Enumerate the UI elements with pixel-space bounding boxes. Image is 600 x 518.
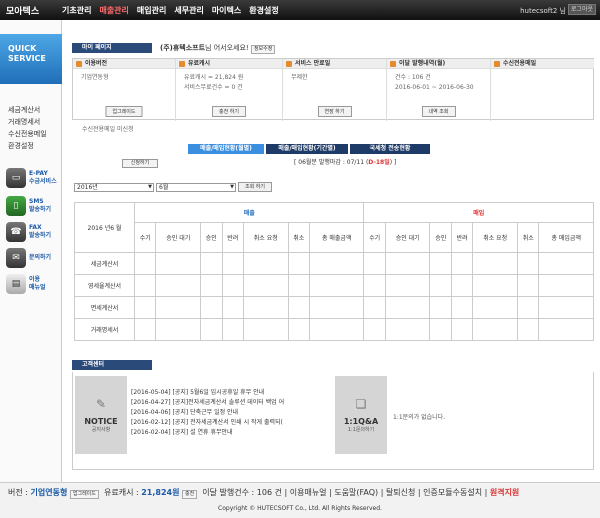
footer-link-manual[interactable]: 이용매뉴얼 bbox=[290, 488, 327, 497]
upgrade-button[interactable]: 업그레이드 bbox=[105, 106, 143, 117]
manual-button[interactable]: ▤ 이용 매뉴얼 bbox=[6, 272, 58, 296]
lock-icon bbox=[286, 61, 292, 67]
quick-service-banner: QUICK SERVICE bbox=[0, 34, 62, 84]
cs-panel: ✎ NOTICE 공지사항 [2016-05-04] [공지] 5월6일 임시공… bbox=[72, 372, 594, 470]
extend-button[interactable]: 연장 하기 bbox=[317, 106, 352, 117]
sidebar: QUICK SERVICE 세금계산서 거래명세서 수신전용메일 환경설정 ▭ … bbox=[0, 20, 62, 482]
table-row: 거래명세서 bbox=[74, 318, 594, 341]
sidebar-menu: 세금계산서 거래명세서 수신전용메일 환경설정 bbox=[8, 104, 47, 152]
query-button[interactable]: 조회 하기 bbox=[238, 182, 272, 192]
mail-icon bbox=[494, 61, 500, 67]
calendar-icon bbox=[390, 61, 396, 67]
qa-status: 1:1문의가 없습니다. bbox=[393, 414, 446, 421]
charge-button[interactable]: 충전 하기 bbox=[212, 106, 246, 117]
fax-button[interactable]: ☎ FAX 발송하기 bbox=[6, 220, 58, 244]
tab-period[interactable]: 매출/매입현황(기간별) bbox=[266, 144, 348, 154]
table-row: 영세율계산서 bbox=[74, 274, 594, 297]
footer-charge-button[interactable]: 충전 bbox=[182, 490, 198, 499]
version-card: 이용버전 기업연동형 업그레이드 bbox=[73, 59, 176, 121]
qa-box[interactable]: ❏ 1:1Q&A 1:1문의하기 bbox=[335, 376, 387, 454]
notice-list: [2016-05-04] [공지] 5월6일 임시공휴일 휴무 안내 [2016… bbox=[131, 388, 341, 438]
period-filter: 2016년 ▼ 6월 ▼ 조회 하기 bbox=[74, 182, 272, 192]
phone-icon: ▯ bbox=[6, 196, 26, 216]
cs-title: 고객센터 bbox=[72, 360, 152, 370]
edit-info-button[interactable]: 정보수정 bbox=[250, 45, 276, 54]
nav-mytax[interactable]: 마이텍스 bbox=[212, 5, 241, 16]
deadline-notice: [ 06월분 발행마감 : 07/11 (D-18일) ] bbox=[294, 159, 397, 166]
table-row: 세금계산서 bbox=[74, 252, 594, 275]
copyright: Copyright © HUTECSOFT Co., Ltd. All Righ… bbox=[218, 505, 382, 512]
footer-upgrade-button[interactable]: 업그레이드 bbox=[69, 490, 99, 499]
email-status: 수신전용메일 미신청 bbox=[82, 126, 134, 133]
nav-sales[interactable]: 매출관리 bbox=[99, 5, 128, 16]
fax-icon: ☎ bbox=[6, 222, 26, 242]
chevron-down-icon: ▼ bbox=[230, 183, 234, 190]
monthly-card: 이달 발행내역(월) 건수 : 106 건 2016-06-01 ~ 2016-0… bbox=[387, 59, 491, 121]
user-name: hutecsoft2 님 bbox=[520, 7, 566, 15]
month-select[interactable]: 6월 ▼ bbox=[156, 182, 236, 192]
footer-status: 버전 : 기업연동형 업그레이드 유료캐시 : 21,824원 충전 이달 발행… bbox=[8, 488, 520, 499]
question-icon: ❏ bbox=[355, 397, 367, 411]
cash-icon bbox=[179, 61, 185, 67]
sales-header: 매출 bbox=[133, 202, 365, 223]
mypage-panel: 이용버전 기업연동형 업그레이드 유료캐시 유료캐시 = 21,824 원 서비스… bbox=[72, 58, 594, 121]
apply-button[interactable]: 신청하기 bbox=[122, 159, 158, 168]
app-logo[interactable]: 모아텍스 bbox=[6, 4, 39, 17]
nav-tax[interactable]: 세무관리 bbox=[174, 5, 203, 16]
sidebar-item-settings[interactable]: 환경설정 bbox=[8, 140, 47, 152]
list-item[interactable]: [2016-05-04] [공지] 5월6일 임시공휴일 휴무 안내 bbox=[131, 388, 341, 398]
remote-support-link[interactable]: 원격지원 bbox=[490, 488, 519, 497]
tab-nts[interactable]: 국세청 전송현황 bbox=[350, 144, 430, 154]
top-nav: 기초관리 매출관리 매입관리 세무관리 마이텍스 환경설정 bbox=[62, 5, 279, 16]
tab-monthly[interactable]: 매출/매입현황(월별) bbox=[188, 144, 264, 154]
list-item[interactable]: [2016-04-06] [공지] 단축근무 일정 안내 bbox=[131, 408, 341, 418]
list-item[interactable]: [2016-02-12] [공지] 전자세금계산서 인쇄 시 작게 출력되( bbox=[131, 418, 341, 428]
inquiry-button[interactable]: ✉ 문의하기 bbox=[6, 246, 58, 270]
notice-box[interactable]: ✎ NOTICE 공지사항 bbox=[75, 376, 127, 454]
cash-card: 유료캐시 유료캐시 = 21,824 원 서비스무료건수 = 0 건 충전 하기 bbox=[176, 59, 283, 121]
history-button[interactable]: 내역 조회 bbox=[421, 106, 456, 117]
chevron-down-icon: ▼ bbox=[148, 183, 152, 190]
status-tabs: 매출/매입현황(월별) 매출/매입현황(기간별) 국세청 전송현황 bbox=[188, 144, 430, 154]
expire-card: 서비스 만료일 무제한 연장 하기 bbox=[283, 59, 387, 121]
book-icon: ▤ bbox=[6, 274, 26, 294]
year-select[interactable]: 2016년 ▼ bbox=[74, 182, 154, 192]
email-card: 수신전용메일 bbox=[491, 59, 594, 121]
purchase-header: 매입 bbox=[363, 202, 594, 223]
sidebar-item-email[interactable]: 수신전용메일 bbox=[8, 128, 47, 140]
top-bar: 모아텍스 기초관리 매출관리 매입관리 세무관리 마이텍스 환경설정 hutec… bbox=[0, 0, 600, 20]
list-item[interactable]: [2016-02-04] [공지] 설 연휴 휴무안내 bbox=[131, 428, 341, 438]
nav-basic[interactable]: 기초관리 bbox=[62, 5, 91, 16]
footer: 버전 : 기업연동형 업그레이드 유료캐시 : 21,824원 충전 이달 발행… bbox=[0, 482, 600, 518]
card-icon: ▭ bbox=[6, 168, 26, 188]
pencil-icon: ✎ bbox=[95, 397, 107, 411]
footer-link-install[interactable]: 인증모듈수동설치 bbox=[423, 488, 482, 497]
nav-purchase[interactable]: 매입관리 bbox=[137, 5, 166, 16]
logout-button[interactable]: 로그아웃 bbox=[568, 4, 596, 15]
mypage-title: 마이 페이지 bbox=[72, 43, 152, 53]
footer-link-withdraw[interactable]: 탈퇴신청 bbox=[386, 488, 415, 497]
chat-icon: ✉ bbox=[6, 248, 26, 268]
sms-button[interactable]: ▯ SMS 발송하기 bbox=[6, 194, 58, 218]
sidebar-item-statement[interactable]: 거래명세서 bbox=[8, 116, 47, 128]
list-item[interactable]: [2016-04-27] [공지]전자세금계산서 솔루션 데이터 백업 어 bbox=[131, 398, 341, 408]
period-label: 2016 년6 월 bbox=[74, 202, 135, 253]
table-row: 면세계산서 bbox=[74, 296, 594, 319]
sidebar-item-invoice[interactable]: 세금계산서 bbox=[8, 104, 47, 116]
status-table: 2016 년6 월 매출 매입 수기 승인 대기 승인 반려 취소 요청 취소 … bbox=[74, 202, 594, 341]
greeting: (주)휴텍소프트님 어서오세요! 정보수정 bbox=[160, 43, 276, 54]
nav-settings[interactable]: 환경설정 bbox=[249, 5, 278, 16]
epay-button[interactable]: ▭ E-PAY 수금서비스 bbox=[6, 166, 58, 190]
version-icon bbox=[76, 61, 82, 67]
footer-link-faq[interactable]: 도움말(FAQ) bbox=[334, 488, 378, 497]
